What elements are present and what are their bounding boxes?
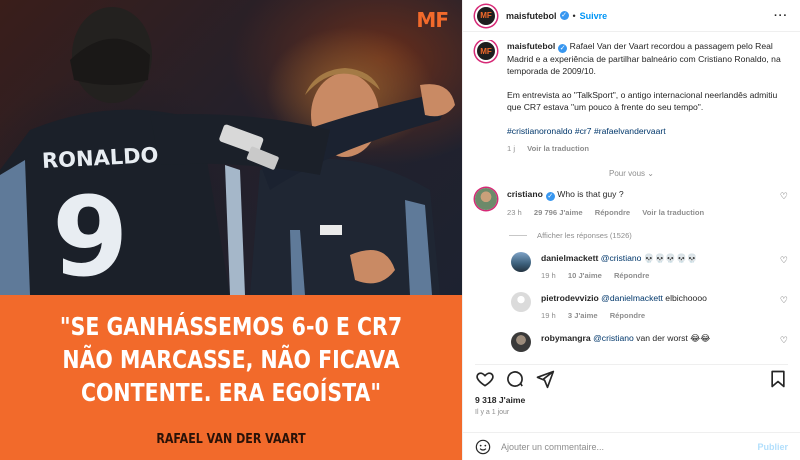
reply-row: robymangra @cristiano van der worst 😂😂 ♡ (511, 332, 788, 352)
reply-text: 💀💀💀💀💀 (641, 253, 698, 263)
comment-likes[interactable]: 29 796 J'aime (534, 208, 583, 217)
players-illustration: RONALDO 9 (0, 7, 455, 295)
shirt-number: 9 (52, 173, 129, 295)
comment-time: 23 h (507, 208, 522, 217)
mf-logo: MF (416, 8, 449, 32)
reply-meta: 19 h 3 J'aime Répondre (541, 310, 707, 322)
save-bookmark-icon[interactable] (768, 369, 788, 389)
reply-avatar[interactable] (511, 292, 531, 312)
reply-reply-button[interactable]: Répondre (614, 271, 649, 280)
caption-avatar[interactable]: MF (475, 40, 497, 62)
caption-username[interactable]: maisfutebol (507, 41, 555, 51)
reply-avatar[interactable] (511, 252, 531, 272)
reply-mention[interactable]: @cristiano (593, 333, 634, 343)
like-reply-heart-icon[interactable]: ♡ (780, 332, 788, 346)
share-paper-plane-icon[interactable] (535, 369, 555, 389)
comment-bubble-icon[interactable] (505, 369, 525, 389)
caption: maisfutebol ✓ Rafael Van der Vaart record… (507, 40, 788, 155)
reply-text: van der worst 😂😂 (633, 333, 711, 343)
more-options-icon[interactable]: ··· (774, 10, 788, 22)
reply-mention[interactable]: @danielmackett (601, 293, 663, 303)
reply-body: pietrodevvizio @danielmackett elbichoooo… (541, 292, 707, 322)
post-media[interactable]: RONALDO 9 MF "SE GANHÁSSEMOS 6-0 E CR7 N… (0, 0, 462, 460)
quote-author: RAFAEL VAN DER VAART (156, 432, 306, 447)
likes-count[interactable]: 9 318 J'aime (475, 395, 525, 405)
reply-time: 19 h (541, 311, 556, 320)
emoji-icon[interactable] (475, 439, 491, 455)
reply-username[interactable]: pietrodevvizio (541, 293, 599, 303)
post-time: Il y a 1 jour (475, 409, 510, 416)
reply-username[interactable]: danielmackett (541, 253, 598, 263)
comment-reply-button[interactable]: Répondre (595, 208, 630, 217)
post-photo: RONALDO 9 (0, 0, 462, 295)
caption-translate-link[interactable]: Voir la traduction (527, 144, 589, 153)
reply-row: danielmackett @cristiano 💀💀💀💀💀 19 h 10 J… (511, 252, 788, 282)
comment-row: cristiano ✓ Who is that guy ? 23 h 29 796… (475, 188, 788, 219)
verified-icon: ✓ (558, 44, 568, 53)
caption-text-2: Em entrevista ao "TalkSport", o antigo i… (507, 90, 778, 112)
reply-body: robymangra @cristiano van der worst 😂😂 (541, 332, 710, 344)
like-heart-icon[interactable] (475, 369, 495, 389)
reply-reply-button[interactable]: Répondre (610, 311, 645, 320)
post-panel: MF maisfutebol ✓ • Suivre ··· MF maisfut… (462, 0, 800, 460)
pour-vous-label: Pour vous ⌄ (609, 169, 654, 178)
post-actions (475, 364, 788, 389)
comment-meta: 23 h 29 796 J'aime Répondre Voir la trad… (507, 207, 714, 219)
reply-avatar[interactable] (511, 332, 531, 352)
quote-line: CONTENTE. ERA EGOÍSTA" (80, 378, 382, 407)
reply-likes[interactable]: 10 J'aime (568, 271, 602, 280)
caption-hashtags[interactable]: #cristianoronaldo #cr7 #rafaelvandervaar… (507, 126, 666, 136)
quote-line: "SE GANHÁSSEMOS 6-0 E CR7 (59, 312, 403, 341)
reply-meta: 19 h 10 J'aime Répondre (541, 270, 697, 282)
follow-button[interactable]: Suivre (580, 11, 608, 21)
quote-text: "SE GANHÁSSEMOS 6-0 E CR7 NÃO MARCASSE, … (55, 310, 408, 409)
reply-text: elbichoooo (662, 293, 707, 303)
comment-avatar[interactable] (475, 188, 497, 210)
verified-icon: ✓ (545, 192, 555, 201)
comment-username[interactable]: cristiano (507, 189, 543, 199)
like-reply-heart-icon[interactable]: ♡ (780, 292, 788, 306)
reply-time: 19 h (541, 271, 556, 280)
verified-icon: ✓ (559, 11, 569, 20)
header-username[interactable]: maisfutebol (506, 11, 557, 21)
replies-divider (509, 235, 527, 236)
publish-button[interactable]: Publier (757, 442, 788, 452)
view-replies-link[interactable]: Afficher les réponses (1526) (509, 231, 788, 240)
add-comment-bar: Publier (463, 432, 800, 460)
reply-likes[interactable]: 3 J'aime (568, 311, 598, 320)
reply-row: pietrodevvizio @danielmackett elbichoooo… (511, 292, 788, 322)
account-avatar[interactable]: MF (475, 4, 497, 27)
caption-meta: 1 j Voir la traduction (507, 143, 788, 155)
caption-time: 1 j (507, 144, 516, 153)
caption-row: MF maisfutebol ✓ Rafael Van der Vaart rec… (475, 40, 788, 155)
reply-mention[interactable]: @cristiano (601, 253, 642, 263)
comment-body: cristiano ✓ Who is that guy ? 23 h 29 796… (507, 188, 714, 219)
like-reply-heart-icon[interactable]: ♡ (780, 252, 788, 266)
reply-username[interactable]: robymangra (541, 333, 591, 343)
comment-text: Who is that guy ? (557, 189, 624, 199)
separator-dot: • (572, 10, 576, 21)
reply-body: danielmackett @cristiano 💀💀💀💀💀 19 h 10 J… (541, 252, 697, 282)
like-comment-heart-icon[interactable]: ♡ (780, 188, 788, 202)
post-header: MF maisfutebol ✓ • Suivre ··· (463, 0, 800, 32)
comments-scroll[interactable]: MF maisfutebol ✓ Rafael Van der Vaart rec… (463, 40, 800, 358)
quote-line: NÃO MARCASSE, NÃO FICAVA (62, 345, 400, 374)
comment-translate-link[interactable]: Voir la traduction (642, 208, 704, 217)
comment-input[interactable] (501, 441, 758, 452)
